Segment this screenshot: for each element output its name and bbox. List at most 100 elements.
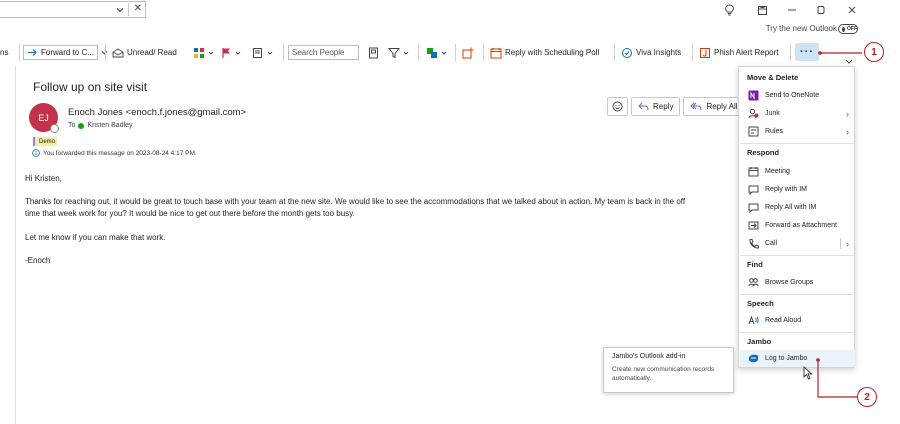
reply-label: Reply bbox=[653, 102, 674, 111]
clear-icon[interactable]: ✕ bbox=[134, 3, 142, 14]
search-people-box[interactable]: Search People bbox=[288, 44, 359, 61]
filter-email-button[interactable] bbox=[388, 44, 409, 61]
chevron-right-icon[interactable]: › bbox=[846, 239, 849, 249]
read-aloud-icon bbox=[747, 315, 759, 327]
all-apps-button[interactable] bbox=[462, 44, 474, 61]
onenote-icon bbox=[747, 90, 759, 102]
translate-button[interactable] bbox=[426, 44, 447, 61]
recipient-name[interactable]: Kristen Badley bbox=[87, 122, 132, 129]
menu-divider bbox=[740, 332, 855, 333]
smiley-icon bbox=[612, 101, 623, 112]
phish-alert-button[interactable]: Phish Alert Report bbox=[699, 44, 778, 61]
to-label: To bbox=[68, 122, 76, 129]
ribbon-divider bbox=[614, 44, 615, 61]
toggle-state: OFF bbox=[847, 26, 857, 32]
pane-divider bbox=[15, 66, 16, 424]
menu-item-label: Meeting bbox=[765, 168, 790, 175]
ribbon-collapse-icon[interactable] bbox=[845, 58, 853, 65]
chat-bubble-icon bbox=[747, 184, 759, 196]
close-icon[interactable] bbox=[842, 2, 862, 18]
emoji-reaction-button[interactable] bbox=[607, 97, 628, 116]
ribbon-divider bbox=[790, 44, 791, 61]
reply-button[interactable]: Reply bbox=[631, 97, 681, 116]
reply-scheduling-poll-label: Reply with Scheduling Poll bbox=[505, 48, 600, 57]
menu-item-call[interactable]: Call › bbox=[740, 235, 855, 252]
forward-to-button[interactable]: Forward to C... bbox=[23, 44, 108, 61]
reply-arrow-icon bbox=[638, 102, 649, 111]
presence-available-icon bbox=[78, 122, 85, 129]
try-new-outlook-toggle[interactable]: OFF bbox=[838, 24, 858, 34]
unread-read-button[interactable]: Unread/ Read bbox=[112, 44, 177, 61]
lightbulb-icon[interactable] bbox=[719, 2, 739, 18]
menu-item-reply-all-with-im[interactable]: Reply All with IM bbox=[740, 199, 855, 216]
flag-button[interactable] bbox=[221, 44, 241, 61]
toggle-knob bbox=[842, 26, 845, 32]
recipient-line: To Kristen Badley bbox=[68, 122, 133, 129]
title-bar: ✕ bbox=[0, 0, 900, 20]
menu-item-label: Reply with IM bbox=[765, 186, 808, 193]
menu-item-read-aloud[interactable]: Read Aloud bbox=[740, 312, 855, 329]
top-dropdown[interactable]: ✕ bbox=[0, 1, 146, 18]
menu-divider bbox=[740, 143, 855, 144]
try-new-outlook-label: Try the new Outlook bbox=[765, 24, 837, 33]
viva-insights-button[interactable]: Viva Insights bbox=[621, 44, 681, 61]
chevron-down-icon bbox=[267, 50, 273, 56]
avatar-initials: EJ bbox=[38, 112, 49, 123]
menu-item-label: Browse Groups bbox=[765, 279, 814, 286]
more-options-button[interactable]: ··· bbox=[795, 43, 819, 61]
menu-item-junk[interactable]: Junk › bbox=[740, 105, 855, 122]
menu-section-jambo: Jambo bbox=[747, 337, 772, 346]
menu-item-meeting[interactable]: Meeting bbox=[740, 163, 855, 180]
categorize-button[interactable] bbox=[193, 44, 214, 61]
phish-hook-icon bbox=[699, 47, 711, 59]
ribbon-truncated-item[interactable]: ns bbox=[0, 44, 8, 61]
chevron-right-icon: › bbox=[846, 108, 849, 119]
menu-item-send-to-onenote[interactable]: Send to OneNote bbox=[740, 87, 855, 104]
message-actions: Reply Reply All bbox=[607, 97, 745, 116]
minimize-icon[interactable] bbox=[782, 2, 802, 18]
viva-insights-label: Viva Insights bbox=[636, 48, 682, 57]
menu-item-reply-with-im[interactable]: Reply with IM bbox=[740, 181, 855, 198]
viva-insights-icon bbox=[621, 47, 633, 59]
calendar-icon bbox=[747, 166, 759, 178]
groups-icon bbox=[747, 277, 759, 289]
chevron-down-icon[interactable] bbox=[115, 5, 125, 15]
menu-section-speech: Speech bbox=[747, 299, 774, 308]
more-options-menu: Move & Delete Send to OneNote Junk › Rul… bbox=[738, 66, 855, 368]
menu-item-rules[interactable]: Rules › bbox=[740, 123, 855, 140]
menu-item-forward-as-attachment[interactable]: Forward as Attachment bbox=[740, 217, 855, 234]
flag-icon bbox=[221, 47, 232, 59]
sender[interactable]: Enoch Jones <enoch.f.jones@gmail.com> bbox=[68, 107, 246, 118]
attachment-forward-icon bbox=[747, 220, 759, 232]
ribbon-divider bbox=[418, 44, 419, 61]
ribbon-divider bbox=[283, 44, 284, 61]
reply-all-label: Reply All bbox=[706, 102, 738, 111]
reply-all-button[interactable]: Reply All bbox=[683, 97, 745, 116]
menu-divider bbox=[740, 255, 855, 256]
chevron-down-icon bbox=[441, 50, 447, 56]
junk-person-icon bbox=[747, 108, 759, 120]
category-tag[interactable]: Demo bbox=[33, 137, 58, 146]
address-book-button[interactable] bbox=[368, 44, 379, 61]
body-signoff: -Enoch bbox=[25, 256, 51, 265]
search-people-input[interactable]: Search People bbox=[288, 45, 359, 60]
menu-section-move-delete: Move & Delete bbox=[747, 73, 799, 82]
menu-item-label: Rules bbox=[765, 128, 783, 135]
unread-read-label: Unread/ Read bbox=[127, 48, 177, 57]
restore-window-icon[interactable] bbox=[752, 2, 772, 18]
chevron-down-icon bbox=[208, 50, 214, 56]
categorize-grid-icon bbox=[193, 47, 205, 59]
callout-badge-1: 1 bbox=[864, 42, 884, 62]
phone-icon bbox=[747, 238, 759, 250]
reply-scheduling-poll-button[interactable]: Reply with Scheduling Poll bbox=[490, 44, 599, 61]
menu-item-label: Junk bbox=[765, 110, 780, 117]
avatar[interactable]: EJ bbox=[29, 103, 59, 133]
body-greeting: Hi Kristen, bbox=[25, 174, 62, 183]
maximize-icon[interactable] bbox=[811, 2, 831, 18]
menu-item-browse-groups[interactable]: Browse Groups bbox=[740, 274, 855, 291]
calendar-poll-icon bbox=[490, 47, 502, 59]
forward-to-label: Forward to C... bbox=[41, 48, 94, 57]
policy-button[interactable] bbox=[252, 44, 273, 61]
envelope-open-icon bbox=[112, 47, 124, 58]
menu-section-respond: Respond bbox=[747, 148, 780, 157]
